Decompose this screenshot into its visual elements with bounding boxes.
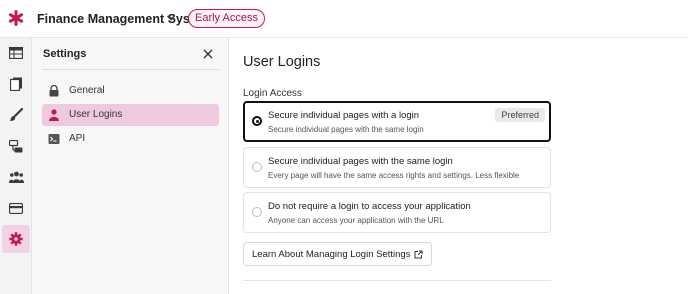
asterisk-logo-icon[interactable] [8, 10, 24, 26]
lock-icon [49, 85, 59, 97]
option-title: Secure individual pages with the same lo… [268, 156, 453, 167]
panel-divider [42, 69, 219, 70]
section-divider [243, 280, 551, 281]
menu-item-general[interactable]: General [42, 80, 219, 102]
learn-button-label: Learn About Managing Login Settings [252, 248, 411, 260]
page-title: User Logins [243, 54, 321, 70]
user-icon [49, 109, 59, 121]
radio-button[interactable] [252, 207, 262, 217]
radio-button[interactable] [252, 162, 262, 172]
option-description: Anyone can access your application with … [268, 216, 444, 225]
early-access-badge: Early Access [188, 9, 265, 28]
top-bar: Finance Management System Early Access [0, 0, 688, 38]
login-option-no-login[interactable]: Do not require a login to access your ap… [243, 192, 551, 233]
menu-item-label: General [69, 85, 105, 96]
external-link-icon [414, 250, 423, 258]
option-description: Secure individual pages with the same lo… [268, 125, 424, 134]
workflow-icon[interactable] [2, 132, 30, 160]
learn-login-settings-button[interactable]: Learn About Managing Login Settings [243, 242, 433, 266]
login-option-same-login[interactable]: Secure individual pages with the same lo… [243, 147, 551, 188]
icon-rail [0, 38, 32, 294]
preferred-badge: Preferred [495, 108, 545, 122]
table-icon[interactable] [2, 39, 30, 67]
section-label: Login Access [243, 88, 302, 99]
terminal-icon [48, 134, 60, 144]
menu-item-user-logins[interactable]: User Logins [42, 104, 219, 126]
users-icon[interactable] [2, 163, 30, 191]
close-icon[interactable] [203, 49, 213, 59]
settings-panel: Settings General User Logins API [32, 38, 229, 294]
option-title: Secure individual pages with a login [268, 110, 420, 121]
menu-item-api[interactable]: API [42, 128, 219, 150]
main-content: User Logins Login Access Secure individu… [229, 38, 688, 294]
option-description: Every page will have the same access rig… [268, 171, 520, 180]
menu-item-label: User Logins [69, 109, 123, 120]
menu-item-label: API [69, 133, 86, 144]
panel-title: Settings [43, 48, 87, 60]
login-option-secure-pages[interactable]: Secure individual pages with a login Sec… [243, 101, 551, 142]
settings-icon[interactable] [2, 225, 30, 253]
app-title[interactable]: Finance Management System [37, 12, 212, 26]
card-icon[interactable] [2, 194, 30, 222]
pages-icon[interactable] [2, 70, 30, 98]
brush-icon[interactable] [2, 101, 30, 129]
radio-button-selected[interactable] [252, 116, 262, 126]
option-title: Do not require a login to access your ap… [268, 201, 471, 212]
chevron-down-icon[interactable] [166, 13, 176, 23]
